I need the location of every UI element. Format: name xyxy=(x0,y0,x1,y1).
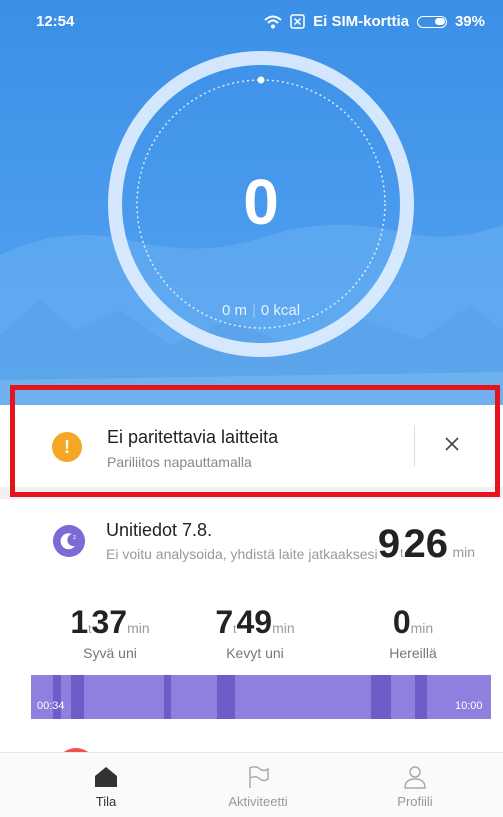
awake-unit: min xyxy=(410,620,434,636)
sleep-moon-icon: z xyxy=(53,525,85,557)
status-bar: 12:54 Ei SIM-korttia 39% xyxy=(0,0,503,44)
battery-percent: 39% xyxy=(454,13,485,30)
deep-hours: 1 xyxy=(70,604,89,640)
activity-ring[interactable]: 0 0 m | 0 kcal xyxy=(107,50,415,358)
sleep-subtitle: Ei voitu analysoida, yhdistä laite jatka… xyxy=(106,546,378,562)
timeline-end: 10:00 xyxy=(455,700,483,712)
activity-header: 12:54 Ei SIM-korttia 39% 0 0 m | 0 kcal xyxy=(0,0,503,405)
light-hours: 7 xyxy=(215,604,234,640)
person-icon xyxy=(404,766,426,789)
step-count: 0 xyxy=(243,166,279,238)
bottom-nav: Tila Aktiviteetti Profiili xyxy=(0,752,503,817)
total-minutes: 26 xyxy=(403,522,448,566)
light-minutes: 49 xyxy=(236,604,273,640)
nav-item-profiili[interactable]: Profiili xyxy=(355,753,475,811)
total-hours: 9 xyxy=(377,522,401,566)
home-icon xyxy=(95,767,117,787)
highlight-box xyxy=(10,385,500,497)
distance-calories: 0 m | 0 kcal xyxy=(221,302,301,319)
total-unit: min xyxy=(452,544,475,560)
deep-minutes: 37 xyxy=(91,604,128,640)
sim-status-text: Ei SIM-korttia xyxy=(313,13,409,30)
light-label: Kevyt uni xyxy=(226,645,284,661)
deep-sleep-segment xyxy=(53,675,61,719)
awake-minutes: 0 xyxy=(392,604,411,640)
timeline-start: 00:34 xyxy=(37,700,65,712)
awake-label: Hereillä xyxy=(389,645,437,661)
deep-unit: min xyxy=(127,620,150,636)
no-sim-icon xyxy=(290,14,305,29)
wifi-icon xyxy=(264,15,282,28)
svg-text:z: z xyxy=(73,535,76,541)
battery-icon xyxy=(416,15,447,28)
light-unit: min xyxy=(272,620,295,636)
calories-value: 0 xyxy=(260,302,270,319)
calories-unit: kcal xyxy=(273,302,301,319)
light-sleep-stat: 7t49min Kevyt uni xyxy=(200,604,310,661)
flag-icon xyxy=(249,765,269,788)
awake-stat: 0min Hereillä xyxy=(358,604,468,661)
deep-sleep-segment xyxy=(415,675,427,719)
deep-sleep-stat: 1t37min Syvä uni xyxy=(55,604,165,661)
distance-value: 0 xyxy=(221,302,231,319)
nav-item-tila[interactable]: Tila xyxy=(46,753,166,811)
status-time: 12:54 xyxy=(36,13,75,30)
status-right: Ei SIM-korttia 39% xyxy=(264,13,485,30)
sleep-timeline[interactable] xyxy=(31,675,491,719)
deep-sleep-segment xyxy=(164,675,171,719)
sleep-title[interactable]: Unitiedot 7.8. xyxy=(106,520,212,541)
deep-sleep-segment xyxy=(371,675,391,719)
nav-item-aktiviteetti[interactable]: Aktiviteetti xyxy=(198,753,318,811)
nav-label-tila: Tila xyxy=(95,794,117,809)
deep-sleep-segment xyxy=(71,675,84,719)
nav-label-aktiviteetti: Aktiviteetti xyxy=(228,794,288,809)
distance-unit: m xyxy=(234,302,247,319)
deep-sleep-segment xyxy=(217,675,235,719)
sleep-total: 9t26 min xyxy=(378,522,475,567)
nav-label-profiili: Profiili xyxy=(397,794,433,809)
deep-label: Syvä uni xyxy=(83,645,137,661)
